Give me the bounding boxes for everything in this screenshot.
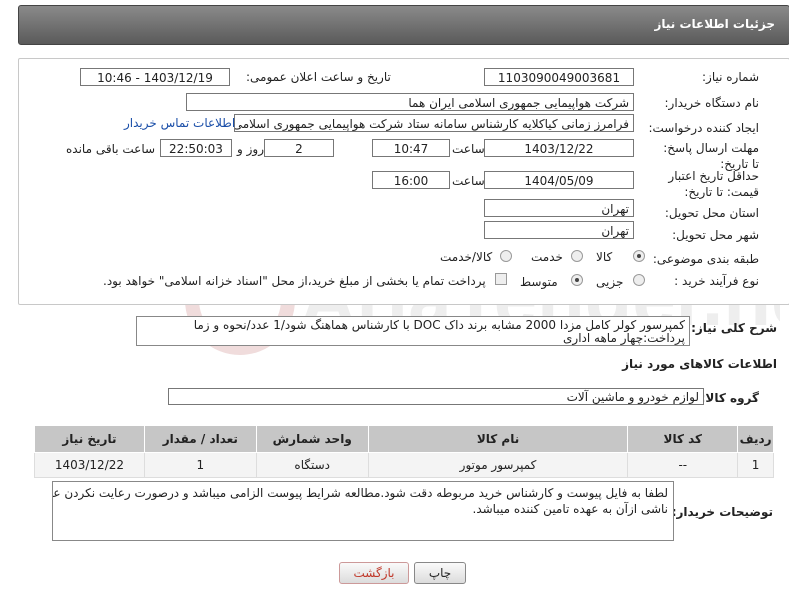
col-row-number: ردیف bbox=[737, 425, 774, 453]
buyer-notes-line-1: لطفا به فایل پیوست و کارشناس خرید مربوطه… bbox=[52, 486, 668, 500]
time-remaining-label: ساعت باقی مانده bbox=[66, 142, 156, 156]
category-goods-service-radio[interactable] bbox=[500, 250, 512, 262]
page-header: جزئیات اطلاعات نیاز bbox=[18, 5, 789, 45]
category-service-radio[interactable] bbox=[571, 250, 583, 262]
buyer-notes-line-2: ناشی ازآن به عهده تامین کننده میباشد. bbox=[472, 502, 668, 516]
process-minor-label: جزیی bbox=[596, 275, 624, 289]
page-title: جزئیات اطلاعات نیاز bbox=[654, 17, 775, 31]
deadline-time-field[interactable]: 10:47 bbox=[372, 139, 450, 157]
category-label: طبقه بندی موضوعی: bbox=[652, 252, 759, 266]
print-button[interactable]: چاپ bbox=[414, 562, 466, 584]
province-label: استان محل تحویل: bbox=[664, 206, 759, 220]
col-quantity: تعداد / مقدار bbox=[143, 425, 257, 453]
deadline-time-label: ساعت bbox=[452, 142, 485, 156]
cell-quantity: 1 bbox=[143, 452, 257, 478]
city-label: شهر محل تحویل: bbox=[672, 228, 759, 242]
cell-item-name: کمپرسور موتور bbox=[367, 452, 629, 478]
need-number-field[interactable]: 1103090049003681 bbox=[484, 68, 634, 86]
buyer-notes-label: توضیحات خریدار: bbox=[671, 505, 773, 519]
description-line-2: پرداخت:چهار ماهه اداری bbox=[563, 331, 685, 345]
buyer-org-field[interactable]: شرکت هواپیمایی جمهوری اسلامی ایران هما bbox=[186, 93, 634, 111]
process-minor-radio[interactable] bbox=[633, 274, 645, 286]
goods-group-label: گروه کالا: bbox=[700, 391, 759, 405]
col-item-code: کد کالا bbox=[627, 425, 739, 453]
days-label: روز و bbox=[237, 142, 264, 156]
price-validity-label: حداقل تاریخ اعتبار قیمت: تا تاریخ: bbox=[668, 169, 759, 199]
goods-table-header-row: ردیف کد کالا نام کالا واحد شمارش تعداد /… bbox=[34, 425, 774, 453]
process-type-label: نوع فرآیند خرید : bbox=[674, 274, 759, 288]
buyer-org-label: نام دستگاه خریدار: bbox=[664, 96, 760, 110]
category-goods-radio[interactable] bbox=[633, 250, 645, 262]
cell-item-code: -- bbox=[627, 452, 739, 478]
cell-need-date: 1403/12/22 bbox=[34, 452, 145, 478]
process-medium-label: متوسط bbox=[520, 275, 558, 289]
process-medium-radio[interactable] bbox=[571, 274, 583, 286]
treasury-payment-note: پرداخت تمام یا بخشی از مبلغ خرید،از محل … bbox=[103, 274, 486, 288]
validity-date-field[interactable]: 1404/05/09 bbox=[484, 171, 634, 189]
col-item-name: نام کالا bbox=[367, 425, 629, 453]
col-need-date: تاریخ نیاز bbox=[34, 425, 145, 453]
announce-datetime-field[interactable]: 1403/12/19 - 10:46 bbox=[80, 68, 230, 86]
col-unit: واحد شمارش bbox=[255, 425, 369, 453]
city-field[interactable]: تهران bbox=[484, 221, 634, 239]
goods-section-title: اطلاعات کالاهای مورد نیاز bbox=[622, 357, 777, 371]
cell-unit: دستگاه bbox=[255, 452, 369, 478]
goods-table: ردیف کد کالا نام کالا واحد شمارش تعداد /… bbox=[34, 425, 774, 478]
treasury-payment-checkbox[interactable] bbox=[495, 273, 507, 285]
deadline-date-field[interactable]: 1403/12/22 bbox=[484, 139, 634, 157]
time-remaining-field[interactable]: 22:50:03 bbox=[160, 139, 232, 157]
category-service-label: خدمت bbox=[531, 250, 563, 264]
cell-row-number: 1 bbox=[737, 452, 774, 478]
category-goods-service-label: کالا/خدمت bbox=[440, 250, 493, 264]
announce-datetime-label: تاریخ و ساعت اعلان عمومی: bbox=[246, 70, 391, 84]
goods-group-field[interactable]: لوازم خودرو و ماشین آلات bbox=[168, 388, 704, 405]
buyer-notes-textarea[interactable]: لطفا به فایل پیوست و کارشناس خرید مربوطه… bbox=[52, 481, 674, 541]
requester-label: ایجاد کننده درخواست: bbox=[648, 121, 759, 135]
category-goods-label: کالا bbox=[596, 250, 613, 264]
buyer-contact-link[interactable]: اطلاعات تماس خریدار bbox=[124, 116, 235, 130]
validity-time-label: ساعت bbox=[452, 174, 485, 188]
table-row[interactable]: 1 -- کمپرسور موتور دستگاه 1 1403/12/22 bbox=[34, 452, 774, 478]
province-field[interactable]: تهران bbox=[484, 199, 634, 217]
back-button[interactable]: بازگشت bbox=[339, 562, 409, 584]
description-textarea[interactable]: کمپرسور کولر کامل مزدا 2000 مشابه برند د… bbox=[136, 316, 690, 346]
requester-field[interactable]: فرامرز زمانی کیاکلایه کارشناس سامانه ستا… bbox=[234, 114, 634, 132]
validity-time-field[interactable]: 16:00 bbox=[372, 171, 450, 189]
days-remaining-field[interactable]: 2 bbox=[264, 139, 334, 157]
need-number-label: شماره نیاز: bbox=[702, 70, 759, 84]
description-label: شرح کلی نیاز: bbox=[691, 321, 777, 335]
